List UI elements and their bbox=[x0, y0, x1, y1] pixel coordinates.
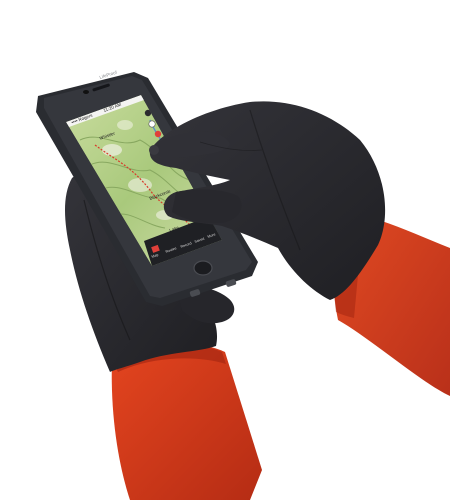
home-button-icon[interactable] bbox=[193, 260, 213, 276]
product-photo: LifeProof •••• Rogers 11:20 AM Whistler … bbox=[0, 0, 450, 500]
record-icon[interactable] bbox=[154, 130, 162, 138]
fingertip bbox=[149, 145, 159, 155]
photo-illustration: LifeProof •••• Rogers 11:20 AM Whistler … bbox=[36, 69, 450, 500]
front-camera bbox=[83, 90, 89, 94]
search-icon[interactable] bbox=[148, 120, 156, 128]
left-jacket-sleeve bbox=[111, 343, 262, 500]
